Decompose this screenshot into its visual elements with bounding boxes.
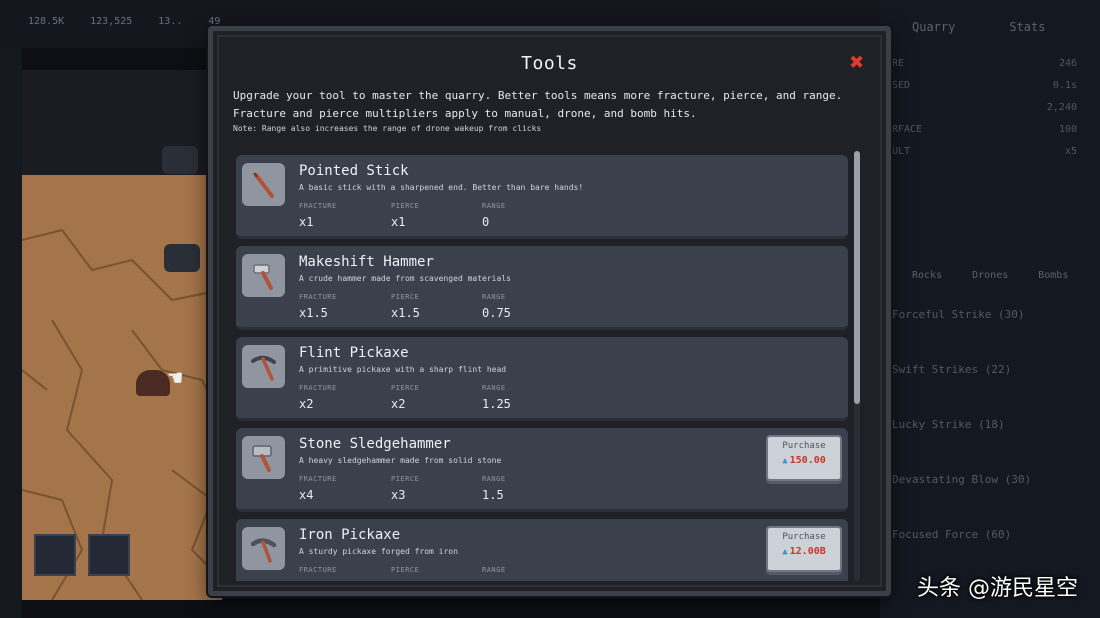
gem-icon: ▲ xyxy=(782,456,788,466)
side-tabs: Quarry Stats xyxy=(912,20,1045,34)
upgrade-item[interactable]: Devastating Blow (30) xyxy=(892,473,1031,528)
tab-rocks[interactable]: Rocks xyxy=(912,270,942,281)
pierce-label: PIERCE xyxy=(391,293,420,301)
tool-card[interactable]: Pointed Stick A basic stick with a sharp… xyxy=(236,155,848,239)
stat-row: SED 0.1s xyxy=(892,80,1077,91)
skill-slot[interactable] xyxy=(88,534,130,576)
stick-icon xyxy=(242,163,285,206)
fracture-label: FRACTURE xyxy=(299,475,337,483)
upgrade-list: Forceful Strike (30) Swift Strikes (22) … xyxy=(892,308,1031,583)
purchase-label: Purchase xyxy=(782,441,826,451)
hammer-icon xyxy=(242,254,285,297)
tool-description: A basic stick with a sharpened end. Bett… xyxy=(299,183,584,192)
tool-description: A heavy sledgehammer made from solid sto… xyxy=(299,456,502,465)
scrollbar-thumb[interactable] xyxy=(854,151,860,404)
upgrade-item[interactable]: Swift Strikes (22) xyxy=(892,363,1031,418)
fracture-label: FRACTURE xyxy=(299,566,337,574)
pierce-value: x3 xyxy=(391,488,406,502)
fracture-value: x2 xyxy=(299,397,314,411)
price: ▲ 150.00 xyxy=(782,455,826,466)
tool-card[interactable]: Iron Pickaxe A sturdy pickaxe forged fro… xyxy=(236,519,848,581)
range-label: RANGE xyxy=(482,475,506,483)
gem-icon: ▲ xyxy=(782,547,788,557)
range-value: 1.5 xyxy=(482,488,504,502)
pierce-label: PIERCE xyxy=(391,202,420,210)
tab-bombs[interactable]: Bombs xyxy=(1038,270,1068,281)
tool-name: Stone Sledgehammer xyxy=(299,436,451,452)
modal-title: Tools xyxy=(521,53,578,74)
rock[interactable] xyxy=(164,244,200,272)
stat-row: RFACE 100 xyxy=(892,124,1077,135)
tool-card[interactable]: Flint Pickaxe A primitive pickaxe with a… xyxy=(236,337,848,421)
pierce-label: PIERCE xyxy=(391,475,420,483)
fracture-label: FRACTURE xyxy=(299,384,337,392)
price: ▲ 12.00B xyxy=(782,546,826,557)
range-label: RANGE xyxy=(482,202,506,210)
range-value: 0.75 xyxy=(482,306,511,320)
stat-rows: RE 246 SED 0.1s 2,240 RFACE 100 ULT x5 xyxy=(892,58,1077,168)
tab-stats[interactable]: Stats xyxy=(1009,20,1045,34)
ore-rock[interactable] xyxy=(136,370,170,396)
range-value: 1.25 xyxy=(482,397,511,411)
tool-description: A primitive pickaxe with a sharp flint h… xyxy=(299,365,507,374)
pierce-value: x1 xyxy=(391,215,406,229)
hand-cursor-icon: ☚ xyxy=(168,364,183,392)
fracture-value: x1 xyxy=(299,215,314,229)
tab-quarry[interactable]: Quarry xyxy=(912,20,955,34)
skill-slot[interactable] xyxy=(34,534,76,576)
sledgehammer-icon xyxy=(242,436,285,479)
tool-name: Pointed Stick xyxy=(299,163,409,179)
tool-name: Iron Pickaxe xyxy=(299,527,401,543)
fracture-label: FRACTURE xyxy=(299,202,337,210)
fracture-value: x1.5 xyxy=(299,306,328,320)
pierce-label: PIERCE xyxy=(391,566,420,574)
resource-stat: 123,525 xyxy=(90,16,133,27)
resource-stats: 128.5K 123,525 13.. 49 xyxy=(28,16,220,27)
upgrade-tabs: Rocks Drones Bombs xyxy=(912,270,1068,281)
range-label: RANGE xyxy=(482,384,506,392)
tools-modal: Tools ✖ Upgrade your tool to master the … xyxy=(208,26,891,596)
upgrade-item[interactable]: Lucky Strike (18) xyxy=(892,418,1031,473)
tool-name: Flint Pickaxe xyxy=(299,345,409,361)
tool-list: Pointed Stick A basic stick with a sharp… xyxy=(236,155,848,581)
purchase-button[interactable]: Purchase ▲ 12.00B xyxy=(766,526,842,572)
range-value: 0 xyxy=(482,215,490,229)
tool-description: A sturdy pickaxe forged from iron xyxy=(299,547,458,556)
range-label: RANGE xyxy=(482,293,506,301)
tool-card[interactable]: Makeshift Hammer A crude hammer made fro… xyxy=(236,246,848,330)
tool-name: Makeshift Hammer xyxy=(299,254,434,270)
iron-pickaxe-icon xyxy=(242,527,285,570)
modal-description: Upgrade your tool to master the quarry. … xyxy=(233,89,843,120)
stat-row: ULT x5 xyxy=(892,146,1077,157)
pierce-value: x1.5 xyxy=(391,306,420,320)
close-icon[interactable]: ✖ xyxy=(846,50,868,74)
fracture-label: FRACTURE xyxy=(299,293,337,301)
resource-stat: 13.. xyxy=(158,16,183,27)
stat-row: 2,240 xyxy=(1046,102,1077,113)
range-label: RANGE xyxy=(482,566,506,574)
left-edge xyxy=(0,48,22,618)
resource-stat: 128.5K xyxy=(28,16,65,27)
stat-row: RE 246 xyxy=(892,58,1077,69)
pickaxe-icon xyxy=(242,345,285,388)
purchase-button[interactable]: Purchase ▲ 150.00 xyxy=(766,435,842,481)
tool-card[interactable]: Stone Sledgehammer A heavy sledgehammer … xyxy=(236,428,848,512)
rock[interactable] xyxy=(162,146,198,174)
watermark: 头条 @游民星空 xyxy=(917,576,1078,601)
fracture-value: x4 xyxy=(299,488,314,502)
pierce-label: PIERCE xyxy=(391,384,420,392)
purchase-label: Purchase xyxy=(782,532,826,542)
pierce-value: x2 xyxy=(391,397,406,411)
tab-drones[interactable]: Drones xyxy=(972,270,1008,281)
modal-note: Note: Range also increases the range of … xyxy=(233,124,542,133)
upgrade-item[interactable]: Forceful Strike (30) xyxy=(892,308,1031,363)
tool-description: A crude hammer made from scavenged mater… xyxy=(299,274,511,283)
